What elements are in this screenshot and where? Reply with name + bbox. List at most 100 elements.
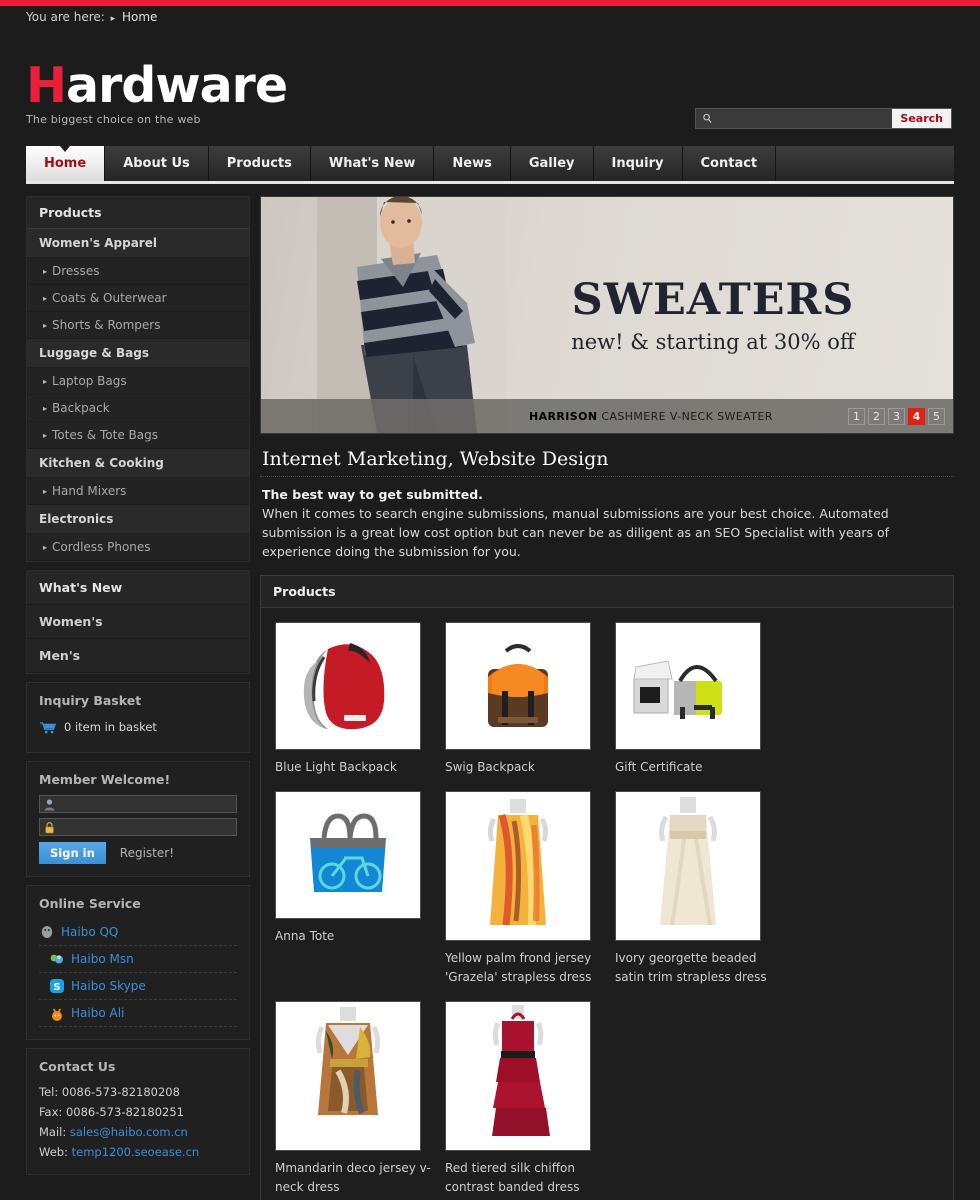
product-card[interactable]: Anna Tote — [269, 787, 439, 997]
user-icon — [44, 799, 55, 811]
banner-page-5[interactable]: 5 — [928, 407, 945, 425]
site-logo[interactable]: Hardware The biggest choice on the web — [26, 57, 288, 127]
service-row-skype[interactable]: S Haibo Skype — [39, 973, 237, 1000]
banner-slogan: SWEATERS new! & starting at 30% off — [523, 275, 903, 354]
service-link-qq[interactable]: Haibo QQ — [61, 925, 118, 939]
product-card[interactable]: Red tiered silk chiffon contrast banded … — [439, 997, 609, 1200]
password-field-wrap — [39, 818, 237, 839]
sidebar-whats-new-heading[interactable]: What's New — [27, 571, 249, 605]
service-link-skype[interactable]: Haibo Skype — [71, 979, 146, 993]
sidebar-category-kitchen-cooking[interactable]: Kitchen & Cooking — [27, 449, 249, 478]
nav-item-galley[interactable]: Galley — [510, 146, 594, 181]
contact-web-row: Web: temp1200.seoease.cn — [39, 1142, 237, 1162]
product-name[interactable]: Mmandarin deco jersey v-neck dress — [275, 1159, 433, 1197]
product-name[interactable]: Blue Light Backpack — [275, 758, 433, 777]
logo-tagline: The biggest choice on the web — [26, 113, 201, 126]
basket-status-row[interactable]: 0 item in basket — [39, 716, 237, 740]
breadcrumb-current[interactable]: Home — [122, 10, 157, 24]
logo-first-letter: H — [26, 57, 67, 114]
banner-caption-rest: CASHMERE V-NECK SWEATER — [601, 409, 773, 423]
banner-page-1[interactable]: 1 — [848, 407, 865, 425]
banner-page-4[interactable]: 4 — [908, 407, 925, 425]
products-box-heading: Products — [261, 576, 953, 608]
sidebar-item-totes-tote-bags[interactable]: ▸ Totes & Tote Bags — [27, 422, 249, 449]
sidebar-item-cordless-phones[interactable]: ▸ Cordless Phones — [27, 534, 249, 561]
nav-item-home[interactable]: Home — [26, 146, 106, 181]
product-name[interactable]: Anna Tote — [275, 927, 433, 946]
product-name[interactable]: Swig Backpack — [445, 758, 603, 777]
contact-web-label: Web: — [39, 1145, 68, 1159]
lead-paragraph: When it comes to search engine submissio… — [262, 506, 890, 559]
chevron-right-icon: ▸ — [43, 294, 48, 303]
password-input[interactable] — [40, 822, 236, 839]
sidebar-item-backpack[interactable]: ▸ Backpack — [27, 395, 249, 422]
sidebar-item-laptop-bags[interactable]: ▸ Laptop Bags — [27, 368, 249, 395]
sidebar-item-mens[interactable]: Men's — [27, 639, 249, 673]
banner-page-3[interactable]: 3 — [888, 407, 905, 425]
lock-icon — [45, 822, 54, 834]
product-card[interactable]: Swig Backpack — [439, 618, 609, 787]
search-box: Search — [695, 108, 952, 129]
product-image-swig-backpack — [488, 644, 548, 727]
inquiry-basket-panel: Inquiry Basket 0 item in basket — [26, 682, 250, 753]
username-input[interactable] — [40, 799, 236, 816]
sidebar-item-coats-outerwear[interactable]: ▸ Coats & Outerwear — [27, 285, 249, 312]
banner-headline: SWEATERS — [571, 275, 855, 325]
search-button[interactable]: Search — [892, 109, 951, 128]
username-field-wrap — [39, 795, 237, 816]
service-link-ali[interactable]: Haibo Ali — [71, 1006, 124, 1020]
service-row-ali[interactable]: Haibo Ali — [39, 1000, 237, 1027]
inquiry-basket-title: Inquiry Basket — [39, 693, 142, 708]
sidebar-item-womens[interactable]: Women's — [27, 605, 249, 639]
sidebar-item-dresses[interactable]: ▸ Dresses — [27, 258, 249, 285]
sidebar-item-hand-mixers[interactable]: ▸ Hand Mixers — [27, 478, 249, 505]
contact-fax-row: Fax: 0086-573-82180251 — [39, 1102, 237, 1122]
breadcrumb: You are here: ▸ Home — [0, 6, 980, 28]
sidebar-category-electronics[interactable]: Electronics — [27, 505, 249, 534]
banner-page-2[interactable]: 2 — [868, 407, 885, 425]
product-card[interactable]: Blue Light Backpack — [269, 618, 439, 787]
product-card[interactable]: Mmandarin deco jersey v-neck dress — [269, 997, 439, 1200]
nav-item-whats-new[interactable]: What's New — [310, 146, 435, 181]
contact-mail-link[interactable]: sales@haibo.com.cn — [70, 1125, 188, 1139]
banner-model-image — [317, 197, 507, 433]
nav-item-about-us[interactable]: About Us — [105, 146, 209, 181]
sidebar-item-label: Backpack — [52, 401, 110, 415]
nav-item-inquiry[interactable]: Inquiry — [593, 146, 683, 181]
banner-caption-brand: HARRISON — [529, 409, 598, 423]
sidebar-item-shorts-rompers[interactable]: ▸ Shorts & Rompers — [27, 312, 249, 339]
nav-item-news[interactable]: News — [434, 146, 511, 181]
contact-web-link[interactable]: temp1200.seoease.cn — [72, 1145, 200, 1159]
service-link-msn[interactable]: Haibo Msn — [71, 952, 134, 966]
search-input[interactable] — [696, 109, 893, 128]
register-link[interactable]: Register! — [120, 846, 174, 860]
nav-item-contact[interactable]: Contact — [682, 146, 777, 181]
product-card[interactable]: Ivory georgette beaded satin trim strapl… — [609, 787, 779, 997]
product-name[interactable]: Gift Certificate — [615, 758, 773, 777]
product-image-frame — [615, 622, 761, 750]
product-name[interactable]: Red tiered silk chiffon contrast banded … — [445, 1159, 603, 1197]
service-row-qq[interactable]: Haibo QQ — [39, 919, 237, 946]
page-body: Products Women's Apparel ▸ Dresses ▸ Coats… — [0, 188, 980, 1200]
nav-item-products[interactable]: Products — [208, 146, 311, 181]
sidebar-category-luggage-bags[interactable]: Luggage & Bags — [27, 339, 249, 368]
service-row-msn[interactable]: Haibo Msn — [39, 946, 237, 973]
sidebar-category-womens-apparel[interactable]: Women's Apparel — [27, 229, 249, 258]
hero-banner[interactable]: SWEATERS new! & starting at 30% off HARR… — [260, 196, 954, 434]
product-image-yellow-palm-frond-dress — [487, 799, 549, 926]
logo-wordmark: Hardware — [26, 57, 288, 114]
product-card[interactable]: Gift Certificate — [609, 618, 779, 787]
banner-pagination: 1 2 3 4 5 — [848, 407, 945, 425]
product-name[interactable]: Yellow palm frond jersey 'Grazela' strap… — [445, 949, 603, 987]
breadcrumb-arrow-icon: ▸ — [110, 14, 116, 24]
chevron-right-icon: ▸ — [43, 543, 48, 552]
sidebar-whats-new-block: What's New Women's Men's — [26, 570, 250, 674]
sign-in-button[interactable]: Sign in — [39, 842, 106, 864]
chevron-right-icon: ▸ — [43, 321, 48, 330]
banner-footer-bar: HARRISON CASHMERE V-NECK SWEATER 1 2 3 4… — [261, 399, 953, 433]
products-box: Products Blue Light Backpack Swig Backpa… — [260, 575, 954, 1200]
product-name[interactable]: Ivory georgette beaded satin trim strapl… — [615, 949, 773, 987]
contact-fax-label: Fax: — [39, 1105, 63, 1119]
basket-count-text: 0 item in basket — [64, 720, 157, 734]
product-card[interactable]: Yellow palm frond jersey 'Grazela' strap… — [439, 787, 609, 997]
